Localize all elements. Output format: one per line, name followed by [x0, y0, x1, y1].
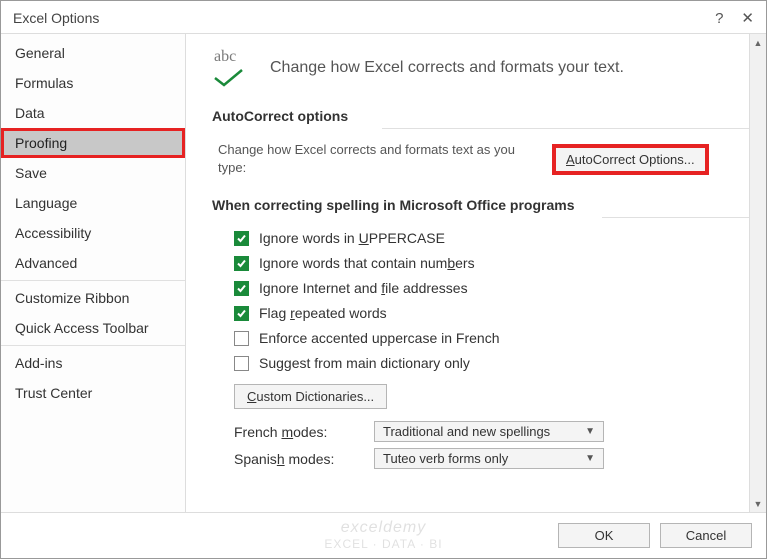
sidebar-item-language[interactable]: Language	[1, 188, 185, 218]
checkbox-icon	[234, 281, 249, 296]
sidebar-item-formulas[interactable]: Formulas	[1, 68, 185, 98]
check-label: Ignore Internet and file addresses	[259, 280, 468, 296]
spanish-modes-dropdown[interactable]: Tuteo verb forms only ▼	[374, 448, 604, 469]
french-modes-dropdown[interactable]: Traditional and new spellings ▼	[374, 421, 604, 442]
sidebar: General Formulas Data Proofing Save Lang…	[1, 34, 186, 512]
autocorrect-options-button[interactable]: AutoCorrect Options...	[552, 144, 709, 175]
help-button[interactable]: ?	[715, 10, 723, 27]
dialog-footer: OK Cancel	[1, 513, 766, 558]
check-suggest-main-dict[interactable]: Suggest from main dictionary only	[234, 355, 758, 371]
excel-options-dialog: Excel Options ? ✕ General Formulas Data …	[0, 0, 767, 559]
sidebar-item-save[interactable]: Save	[1, 158, 185, 188]
sidebar-item-add-ins[interactable]: Add-ins	[1, 348, 185, 378]
checkbox-icon	[234, 256, 249, 271]
check-label: Suggest from main dictionary only	[259, 355, 470, 371]
check-label: Ignore words in UPPERCASE	[259, 230, 445, 246]
window-title: Excel Options	[13, 10, 697, 26]
french-modes-row: French modes: Traditional and new spelli…	[234, 421, 758, 442]
proofing-icon: abc	[212, 48, 256, 88]
check-flag-repeated[interactable]: Flag repeated words	[234, 305, 758, 321]
scroll-up-icon[interactable]: ▲	[750, 34, 766, 51]
check-ignore-numbers[interactable]: Ignore words that contain numbers	[234, 255, 758, 271]
check-label: Flag repeated words	[259, 305, 387, 321]
check-label: Ignore words that contain numbers	[259, 255, 475, 271]
spanish-modes-label: Spanish modes:	[234, 451, 354, 467]
divider	[382, 128, 758, 129]
check-enforce-accented[interactable]: Enforce accented uppercase in French	[234, 330, 758, 346]
checkbox-icon	[234, 356, 249, 371]
autocorrect-section-title: AutoCorrect options	[212, 108, 758, 124]
titlebar: Excel Options ? ✕	[1, 1, 766, 33]
content-pane: abc Change how Excel corrects and format…	[186, 34, 766, 512]
dialog-body: General Formulas Data Proofing Save Lang…	[1, 33, 766, 513]
sidebar-item-customize-ribbon[interactable]: Customize Ribbon	[1, 283, 185, 313]
spanish-modes-row: Spanish modes: Tuteo verb forms only ▼	[234, 448, 758, 469]
page-heading-text: Change how Excel corrects and formats yo…	[270, 59, 624, 77]
check-ignore-uppercase[interactable]: Ignore words in UPPERCASE	[234, 230, 758, 246]
spelling-section-title: When correcting spelling in Microsoft Of…	[212, 197, 758, 213]
french-modes-label: French modes:	[234, 424, 354, 440]
check-label: Enforce accented uppercase in French	[259, 330, 499, 346]
sidebar-item-data[interactable]: Data	[1, 98, 185, 128]
chevron-down-icon: ▼	[585, 453, 595, 464]
sidebar-item-proofing[interactable]: Proofing	[1, 128, 185, 158]
sidebar-item-quick-access-toolbar[interactable]: Quick Access Toolbar	[1, 313, 185, 343]
scrollbar[interactable]: ▲ ▼	[749, 34, 766, 512]
check-ignore-internet[interactable]: Ignore Internet and file addresses	[234, 280, 758, 296]
sidebar-item-advanced[interactable]: Advanced	[1, 248, 185, 278]
spelling-checklist: Ignore words in UPPERCASE Ignore words t…	[212, 230, 758, 371]
dropdown-value: Traditional and new spellings	[383, 424, 550, 439]
sidebar-item-general[interactable]: General	[1, 38, 185, 68]
autocorrect-description: Change how Excel corrects and formats te…	[218, 141, 538, 177]
page-heading: abc Change how Excel corrects and format…	[212, 48, 758, 88]
checkbox-icon	[234, 306, 249, 321]
divider	[602, 217, 758, 218]
custom-dictionaries-button[interactable]: Custom Dictionaries...	[234, 384, 387, 409]
sidebar-item-accessibility[interactable]: Accessibility	[1, 218, 185, 248]
dropdown-value: Tuteo verb forms only	[383, 451, 508, 466]
sidebar-separator	[1, 345, 185, 346]
checkbox-icon	[234, 231, 249, 246]
sidebar-separator	[1, 280, 185, 281]
close-button[interactable]: ✕	[741, 9, 754, 27]
scroll-down-icon[interactable]: ▼	[750, 495, 766, 512]
chevron-down-icon: ▼	[585, 426, 595, 437]
checkbox-icon	[234, 331, 249, 346]
cancel-button[interactable]: Cancel	[660, 523, 752, 548]
ok-button[interactable]: OK	[558, 523, 650, 548]
sidebar-item-trust-center[interactable]: Trust Center	[1, 378, 185, 408]
autocorrect-row: Change how Excel corrects and formats te…	[212, 141, 758, 177]
